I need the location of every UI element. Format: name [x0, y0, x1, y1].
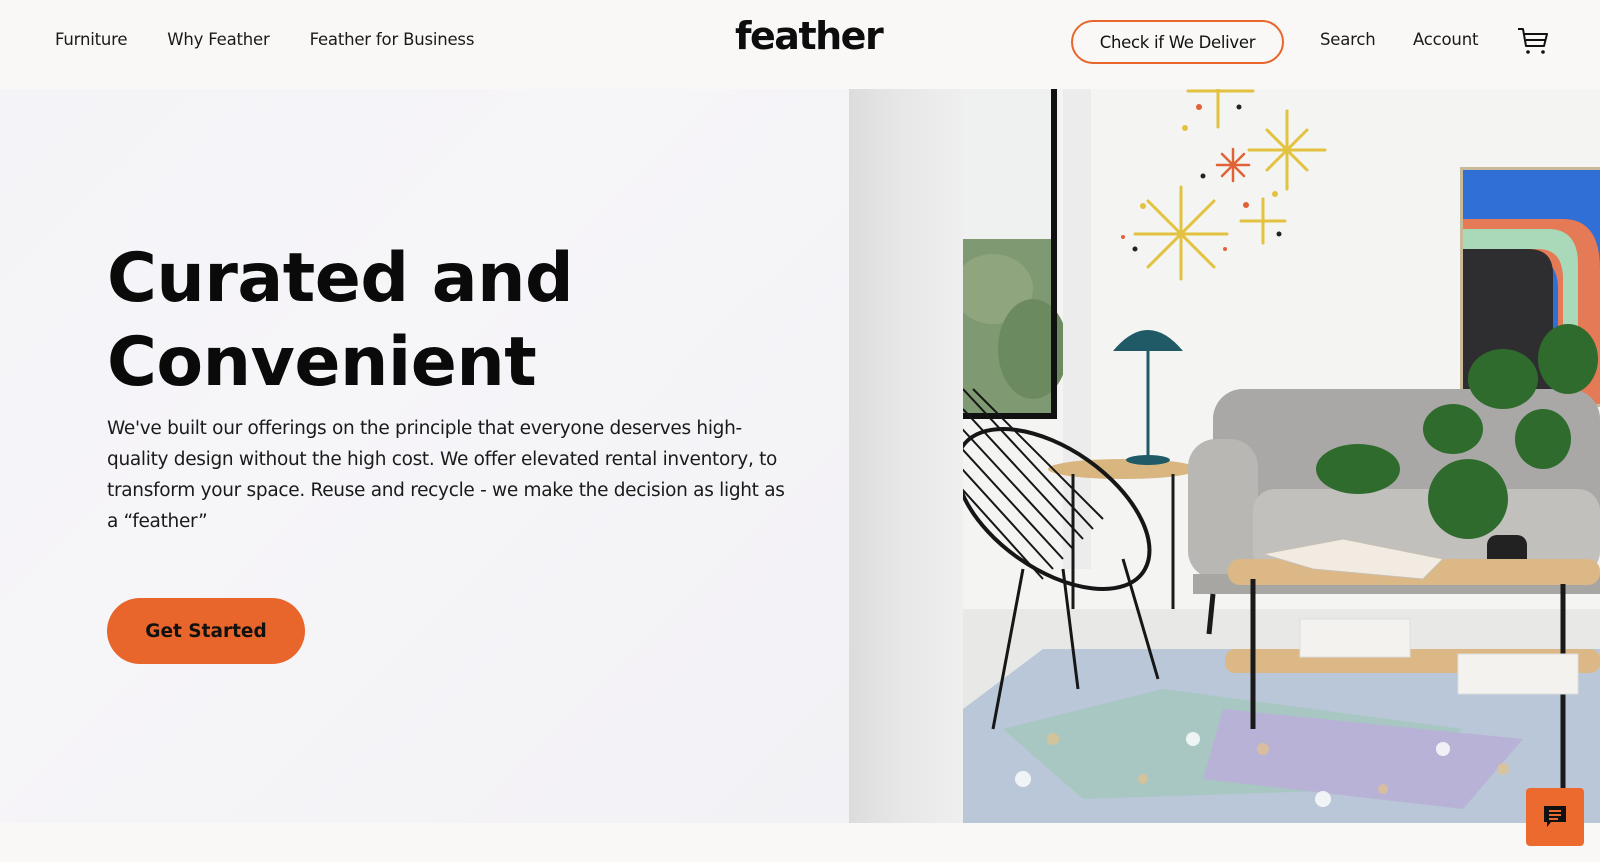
account-link[interactable]: Account — [1413, 30, 1478, 49]
room-illustration — [963, 89, 1600, 823]
feather-logo[interactable]: feather — [735, 14, 884, 58]
search-link[interactable]: Search — [1320, 30, 1376, 49]
site-header: Furniture Why Feather Feather for Busine… — [0, 0, 1600, 89]
wall-strip — [849, 89, 963, 823]
nav-link-feather-for-business[interactable]: Feather for Business — [310, 30, 475, 49]
bottom-band — [0, 823, 1600, 862]
hero-description: We've built our offerings on the princip… — [107, 418, 785, 532]
room-photo — [963, 89, 1600, 823]
headline-line-1: Curated and — [107, 239, 574, 318]
hero-headline: Curated and Convenient — [107, 237, 574, 405]
check-delivery-button[interactable]: Check if We Deliver — [1071, 20, 1284, 64]
hero-content: Curated and Convenient We've built our o… — [0, 89, 849, 823]
nav-link-why-feather[interactable]: Why Feather — [167, 30, 269, 49]
cart-icon[interactable] — [1516, 26, 1550, 56]
chat-icon — [1544, 806, 1566, 827]
hero-section: Curated and Convenient We've built our o… — [0, 89, 1600, 823]
headline-line-2: Convenient — [107, 323, 537, 402]
chat-button[interactable] — [1526, 788, 1584, 846]
primary-nav: Furniture Why Feather Feather for Busine… — [55, 30, 474, 49]
side-table — [1048, 459, 1198, 479]
hero-image — [849, 89, 1600, 823]
nav-link-furniture[interactable]: Furniture — [55, 30, 127, 49]
get-started-button[interactable]: Get Started — [107, 598, 305, 664]
